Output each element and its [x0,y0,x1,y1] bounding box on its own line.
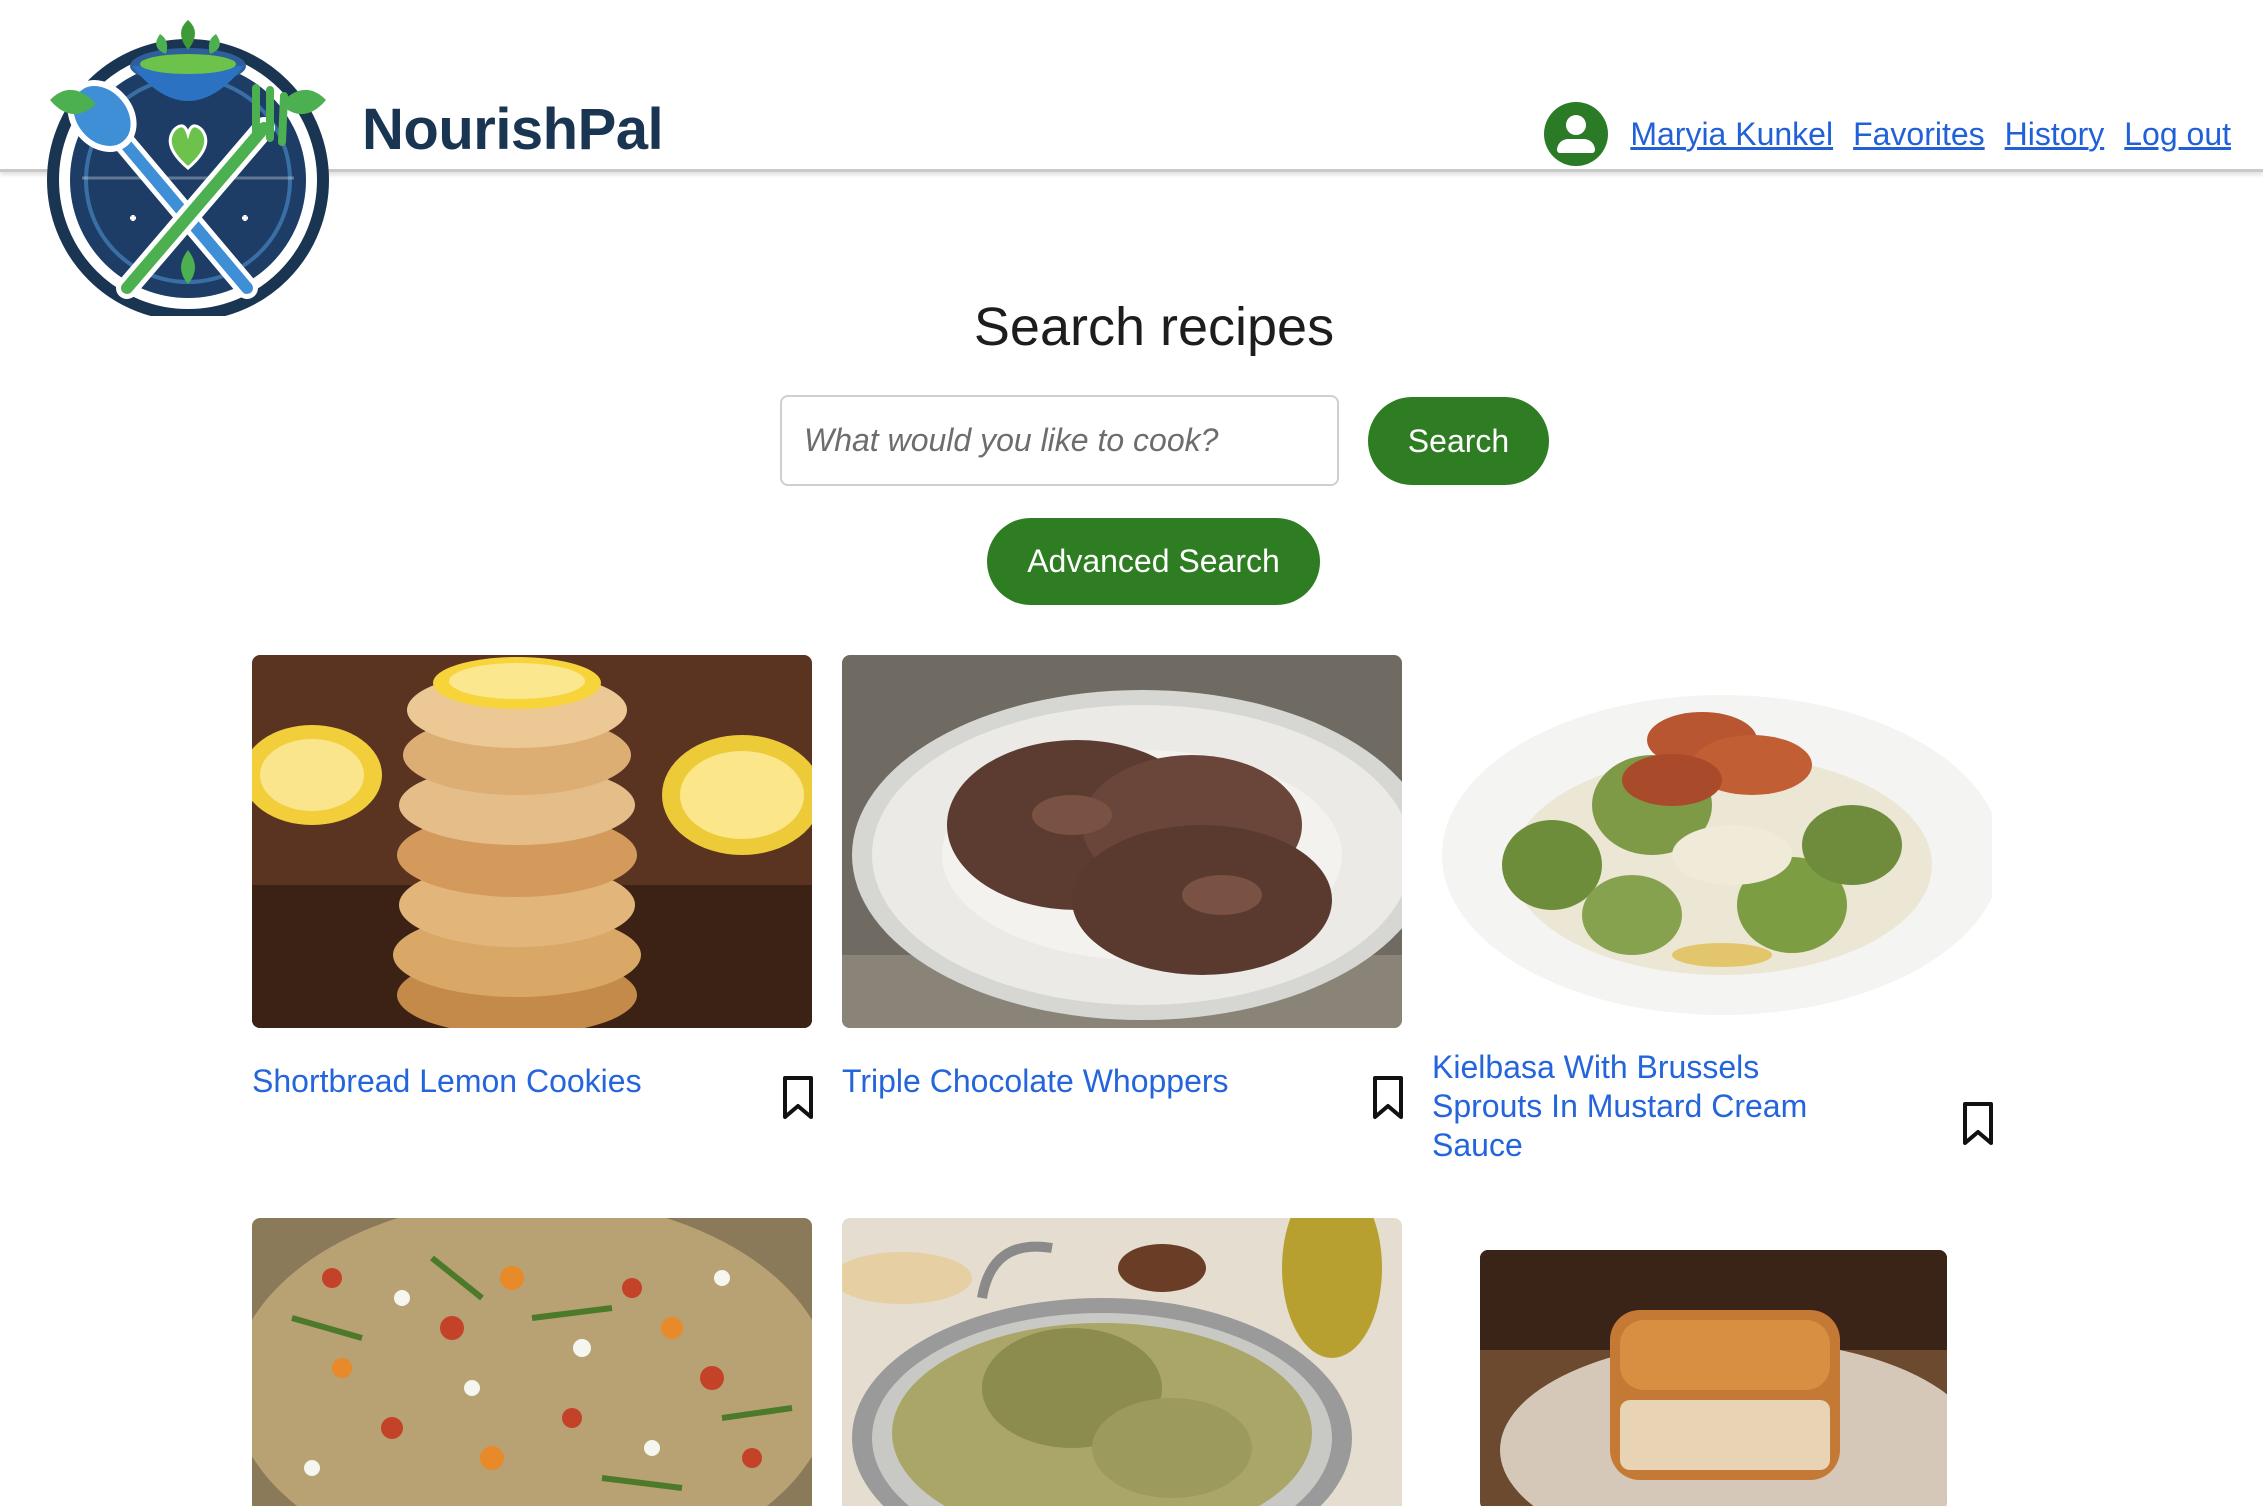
bookmark-icon[interactable] [1371,1075,1405,1121]
favorites-link[interactable]: Favorites [1853,116,1985,153]
brand-name[interactable]: NourishPal [362,96,664,163]
search-input[interactable] [780,395,1339,486]
recipe-image-triple-chocolate-whoppers[interactable] [842,655,1402,1028]
recipe-image-shortbread-lemon-cookies[interactable] [252,655,812,1028]
bookmark-icon[interactable] [1961,1101,1995,1147]
nourishpal-logo[interactable] [42,18,334,316]
top-header: NourishPal Maryia Kunkel Favorites Histo… [0,0,2263,172]
recipe-image-kielbasa-brussels-sprouts[interactable] [1432,655,1992,1028]
advanced-search-button[interactable]: Advanced Search [987,518,1320,605]
recipe-title-kielbasa-brussels-sprouts[interactable]: Kielbasa With Brussels Sprouts In Mustar… [1432,1048,1862,1165]
user-name-link[interactable]: Maryia Kunkel [1630,116,1833,153]
recipe-title-shortbread-lemon-cookies[interactable]: Shortbread Lemon Cookies [252,1062,692,1101]
user-avatar-icon[interactable] [1544,102,1609,166]
page-title: Search recipes [973,297,1335,357]
logout-link[interactable]: Log out [2124,116,2231,153]
recipe-image-curry[interactable] [842,1218,1402,1506]
bookmark-icon[interactable] [781,1075,815,1121]
search-button[interactable]: Search [1368,397,1549,485]
recipe-image-couscous-salad[interactable] [252,1218,812,1506]
recipe-image-bread[interactable] [1480,1250,1947,1506]
user-nav: Maryia Kunkel Favorites History Log out [1544,102,2231,166]
recipe-title-triple-chocolate-whoppers[interactable]: Triple Chocolate Whoppers [842,1062,1282,1101]
history-link[interactable]: History [2005,116,2105,153]
